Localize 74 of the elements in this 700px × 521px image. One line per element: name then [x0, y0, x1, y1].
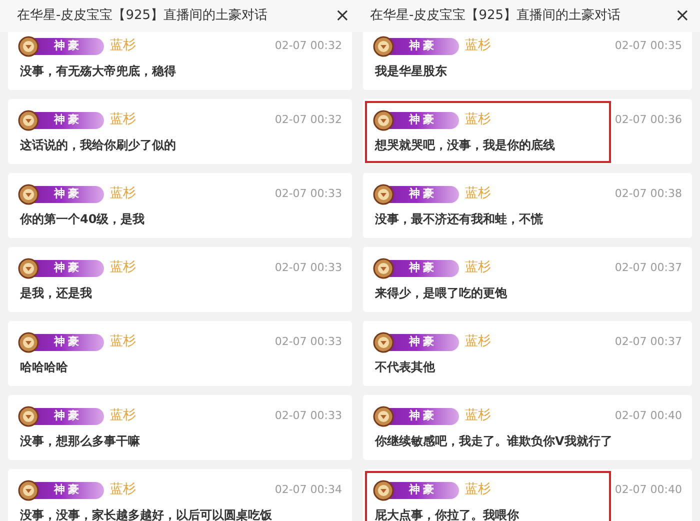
message-text: 是我，还是我 [20, 285, 93, 302]
badge-label: 神豪 [52, 38, 82, 54]
message-text: 哈哈哈哈 [20, 359, 69, 376]
message-text: 没事，最不济还有我和蛙，不慌 [375, 211, 544, 228]
badge-label: 神豪 [52, 186, 82, 202]
badge-label: 神豪 [408, 260, 437, 276]
user-name: 蓝杉 [110, 259, 136, 278]
badge-label: 神豪 [408, 482, 437, 498]
emblem-icon [373, 406, 394, 426]
user-name: 蓝杉 [465, 407, 491, 426]
message-text: 这话说的，我给你刷少了似的 [20, 137, 177, 154]
message-time: 02-07 00:40 [614, 482, 682, 498]
message-text: 来得少，是喂了吃的更饱 [375, 285, 508, 302]
emblem-icon [18, 406, 39, 426]
message-time: 02-07 00:36 [614, 112, 682, 128]
message-time: 02-07 00:32 [274, 112, 342, 128]
user-name: 蓝杉 [110, 185, 136, 204]
message-time: 02-07 00:40 [614, 408, 682, 424]
close-button[interactable]: × [332, 7, 352, 25]
badge-label: 神豪 [408, 112, 437, 128]
emblem-icon [373, 36, 394, 56]
user-name: 蓝杉 [110, 333, 136, 352]
emblem-icon [18, 332, 39, 352]
badge-label: 神豪 [52, 260, 82, 276]
badge-label: 神豪 [52, 482, 82, 498]
message-time: 02-07 00:38 [614, 186, 682, 202]
user-name: 蓝杉 [110, 481, 136, 500]
user-name: 蓝杉 [110, 37, 136, 56]
badge-label: 神豪 [408, 334, 437, 350]
emblem-icon [373, 480, 394, 500]
user-name: 蓝杉 [465, 185, 491, 204]
message-time: 02-07 00:33 [274, 334, 342, 350]
message-text: 没事，想那么多事干嘛 [20, 433, 141, 450]
message-text: 我是华星股东 [375, 63, 448, 80]
user-name: 蓝杉 [465, 37, 491, 56]
emblem-icon [373, 258, 394, 278]
emblem-icon [373, 332, 394, 352]
badge-label: 神豪 [52, 334, 82, 350]
emblem-icon [18, 258, 39, 278]
close-button[interactable]: × [672, 7, 692, 25]
user-name: 蓝杉 [465, 481, 491, 500]
emblem-icon [373, 184, 394, 204]
message-text: 屁大点事，你拉了。我喂你 [375, 507, 520, 521]
window-title: 在华星-皮皮宝宝【925】直播间的土豪对话 [17, 7, 268, 26]
message-text: 你继续敏感吧，我走了。谁欺负你V我就行了 [375, 433, 614, 450]
message-time: 02-07 00:34 [274, 482, 342, 498]
message-text: 你的第一个40级，是我 [20, 211, 146, 228]
message-time: 02-07 00:37 [614, 334, 682, 350]
emblem-icon [18, 110, 39, 130]
emblem-icon [18, 184, 39, 204]
badge-label: 神豪 [52, 112, 82, 128]
emblem-icon [18, 36, 39, 56]
badge-label: 神豪 [408, 186, 437, 202]
message-time: 02-07 00:35 [614, 38, 682, 54]
message-time: 02-07 00:33 [274, 186, 342, 202]
message-time: 02-07 00:37 [614, 260, 682, 276]
window-title: 在华星-皮皮宝宝【925】直播间的土豪对话 [370, 7, 621, 26]
user-name: 蓝杉 [465, 333, 491, 352]
message-text: 不代表其他 [375, 359, 436, 376]
user-name: 蓝杉 [110, 111, 136, 130]
message-time: 02-07 00:33 [274, 408, 342, 424]
badge-label: 神豪 [52, 408, 82, 424]
message-text: 没事，有无殇大帝兜底，稳得 [20, 63, 177, 80]
message-text: 没事，没事，家长越多越好，以后可以圆桌吃饭 [20, 507, 273, 521]
user-name: 蓝杉 [465, 259, 491, 278]
emblem-icon [18, 480, 39, 500]
emblem-icon [373, 110, 394, 130]
message-time: 02-07 00:33 [274, 260, 342, 276]
message-text: 想哭就哭吧，没事，我是你的底线 [375, 137, 556, 154]
user-name: 蓝杉 [465, 111, 491, 130]
badge-label: 神豪 [408, 38, 437, 54]
badge-label: 神豪 [408, 408, 437, 424]
user-name: 蓝杉 [110, 407, 136, 426]
message-time: 02-07 00:32 [274, 38, 342, 54]
